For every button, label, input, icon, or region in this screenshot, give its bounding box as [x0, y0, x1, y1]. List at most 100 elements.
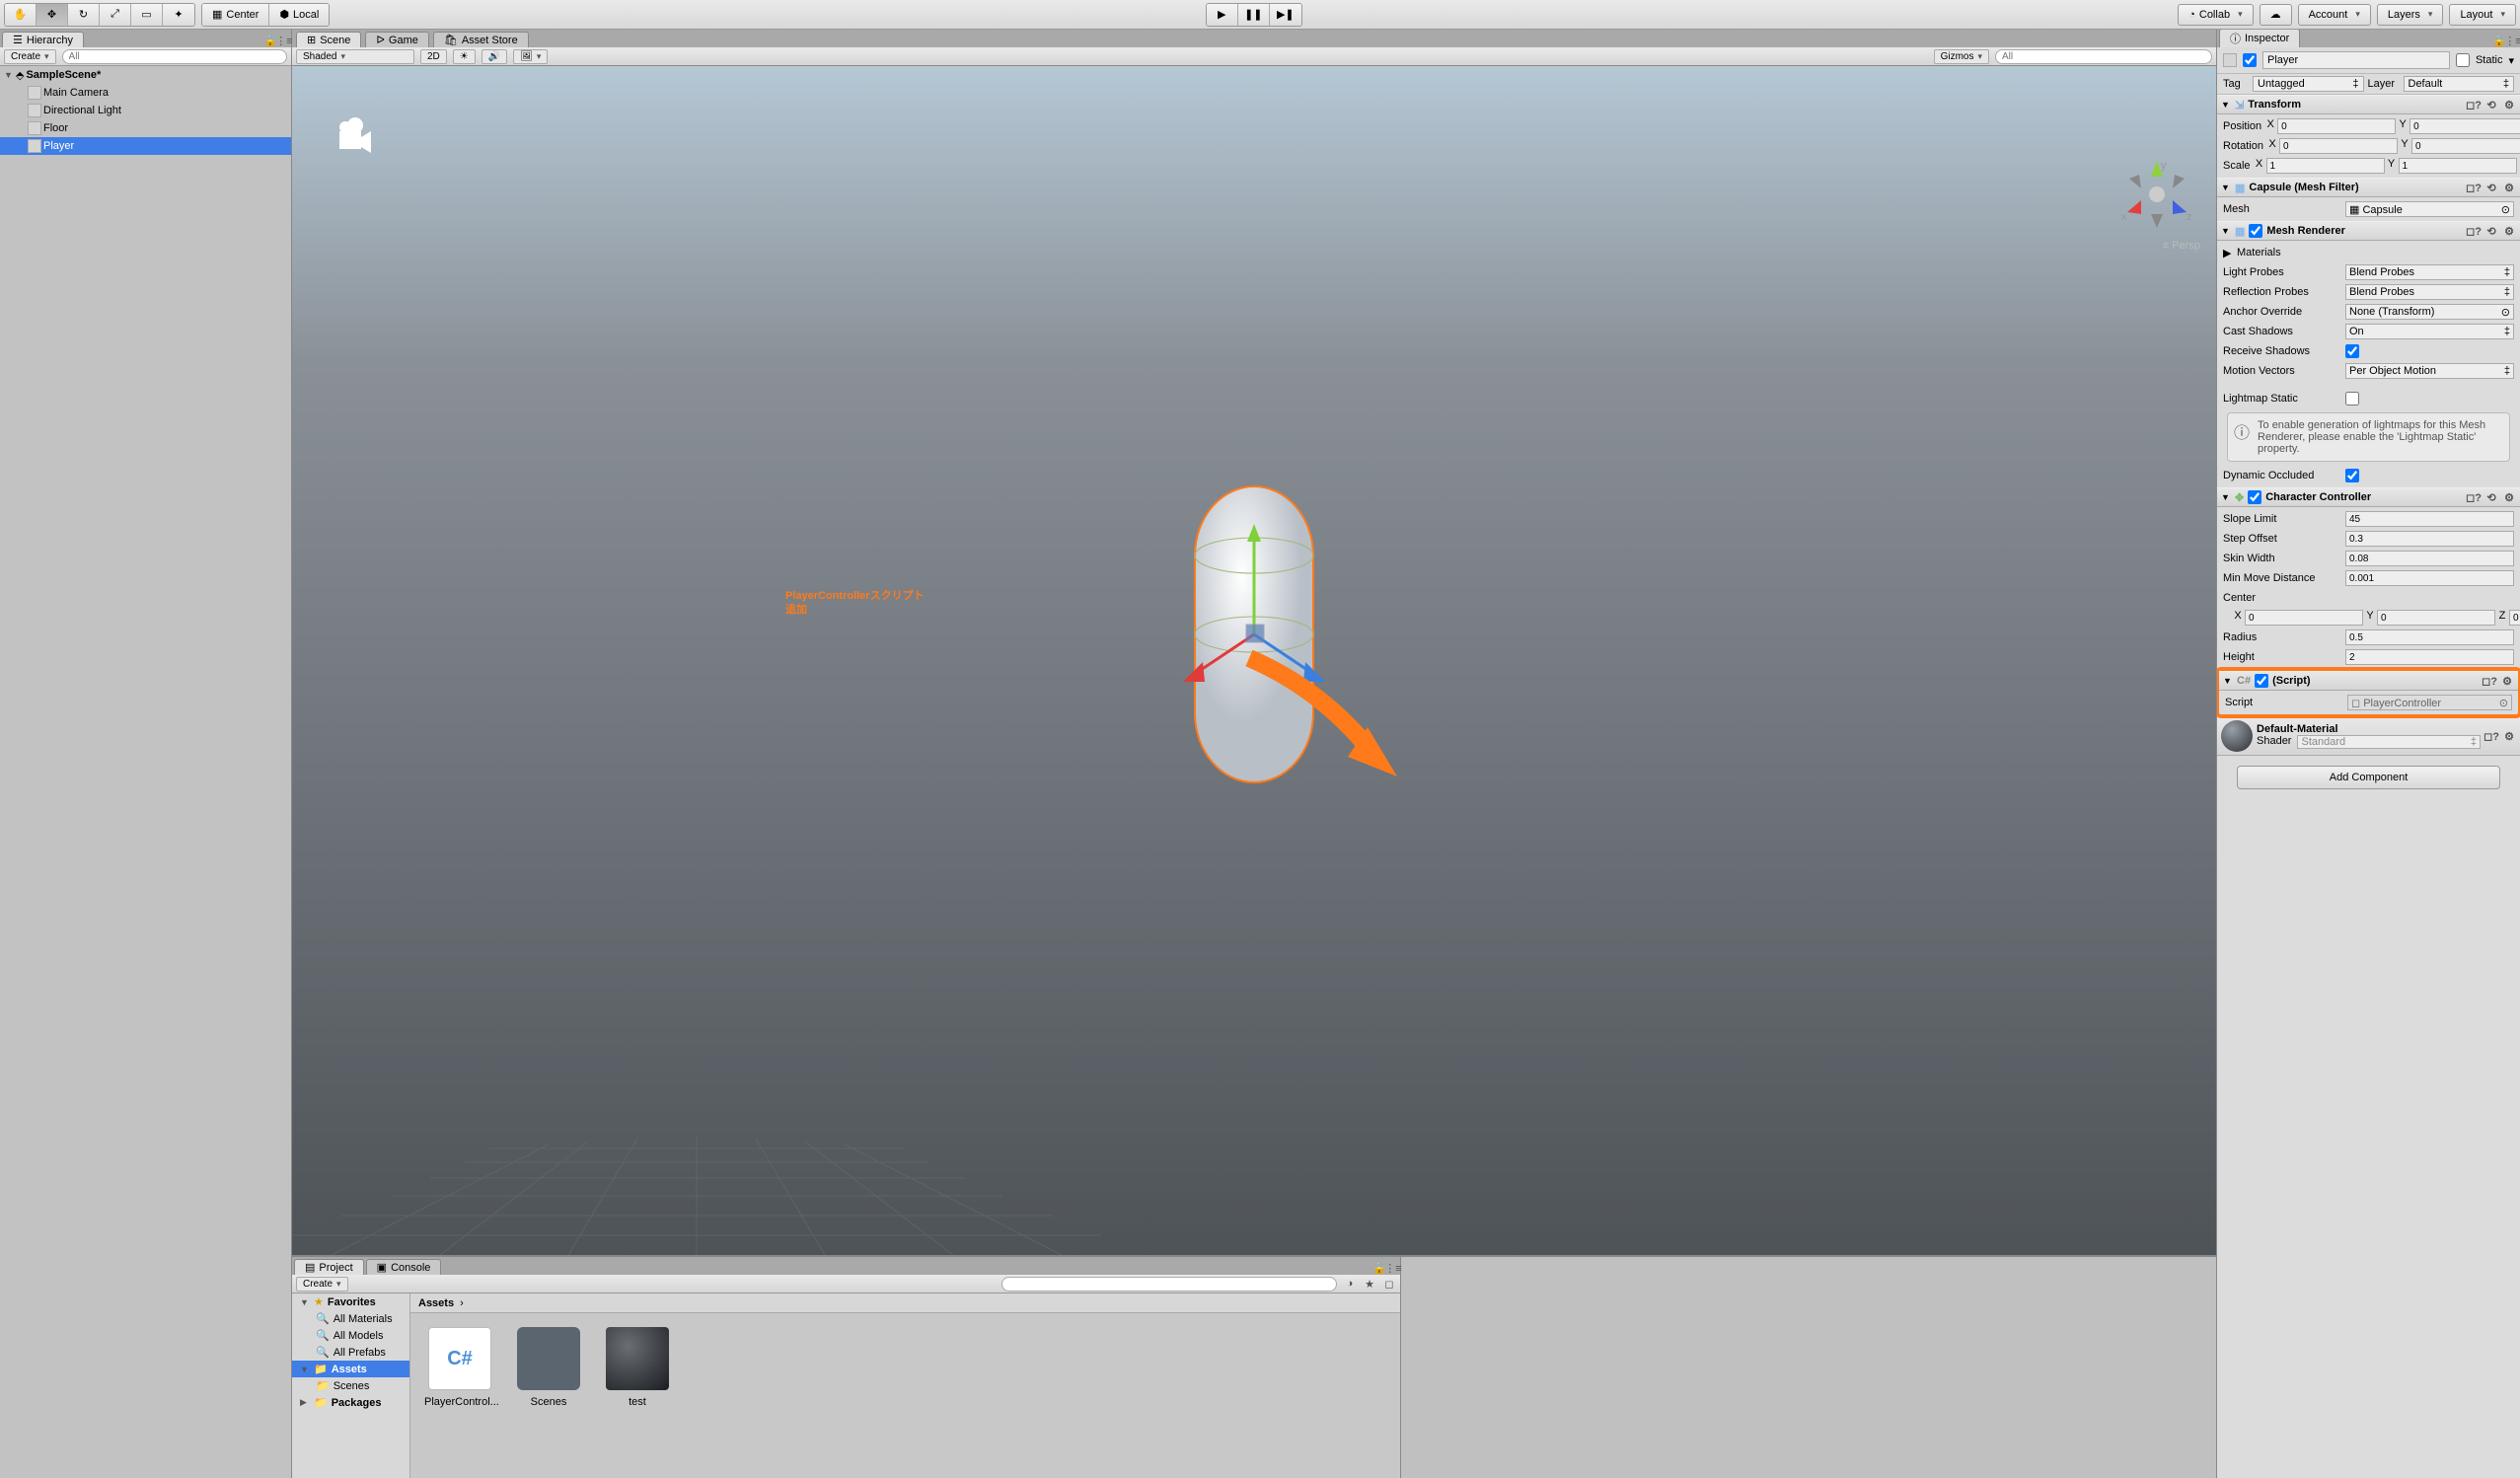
project-search-input[interactable]: [1001, 1277, 1337, 1292]
reset-icon[interactable]: ⟲: [2484, 98, 2498, 111]
hierarchy-create-dropdown[interactable]: Create: [4, 49, 56, 64]
charcontroller-header[interactable]: ▼✥Character Controller◻?⟲⚙: [2217, 487, 2520, 507]
refl-probes-dropdown[interactable]: Blend Probes‡: [2345, 284, 2514, 300]
radius[interactable]: [2345, 629, 2514, 645]
help-icon[interactable]: ◻?: [2484, 729, 2498, 743]
scene-row[interactable]: ▼ ⬘ SampleScene*: [0, 66, 291, 84]
audio-toggle[interactable]: 🔊: [482, 49, 507, 64]
asset-folder[interactable]: Scenes: [513, 1327, 584, 1408]
object-picker-icon[interactable]: ⊙: [2499, 697, 2508, 709]
reset-icon[interactable]: ⟲: [2484, 181, 2498, 194]
hierarchy-item[interactable]: Main Camera: [0, 84, 291, 102]
charctl-enable-checkbox[interactable]: [2248, 490, 2261, 504]
skin-width[interactable]: [2345, 551, 2514, 566]
help-icon[interactable]: ◻?: [2467, 181, 2481, 194]
scene-viewport[interactable]: y x z ≡ Persp PlayerControllerスクリプト 追加: [292, 66, 2216, 1255]
console-tab[interactable]: ▣Console: [366, 1259, 442, 1275]
mesh-field[interactable]: ▦ Capsule⊙: [2345, 201, 2514, 217]
hand-tool[interactable]: ✋: [5, 4, 37, 26]
lighting-toggle[interactable]: ☀: [453, 49, 476, 64]
local-space-button[interactable]: ⬢Local: [269, 4, 329, 26]
packages-folder[interactable]: ▶📁Packages: [292, 1394, 409, 1411]
hidden-icon[interactable]: ◻: [1382, 1277, 1396, 1291]
rotate-tool[interactable]: ↻: [68, 4, 100, 26]
material-header[interactable]: Default-Material ShaderStandard‡ ◻?⚙: [2217, 716, 2520, 756]
layout-dropdown[interactable]: Layout: [2449, 4, 2516, 26]
inspector-tab[interactable]: ⓘInspector: [2219, 30, 2300, 47]
project-create-dropdown[interactable]: Create: [296, 1277, 348, 1292]
min-move[interactable]: [2345, 570, 2514, 586]
gear-icon[interactable]: ⚙: [2502, 224, 2516, 238]
reset-icon[interactable]: ⟲: [2484, 224, 2498, 238]
rot-x[interactable]: [2279, 138, 2398, 154]
hierarchy-search-input[interactable]: [62, 49, 287, 64]
script-field[interactable]: ◻ PlayerController⊙: [2347, 695, 2512, 710]
center-z[interactable]: [2509, 610, 2520, 626]
pos-x[interactable]: [2277, 118, 2396, 134]
step-offset[interactable]: [2345, 531, 2514, 547]
folder-item[interactable]: 📁Scenes: [292, 1377, 409, 1394]
anchor-field[interactable]: None (Transform)⊙: [2345, 304, 2514, 320]
active-checkbox[interactable]: [2243, 53, 2257, 67]
assets-folder-selected[interactable]: ▼📁Assets: [292, 1361, 409, 1377]
help-icon[interactable]: ◻?: [2467, 490, 2481, 504]
meshfilter-header[interactable]: ▼▦Capsule (Mesh Filter)◻?⟲⚙: [2217, 178, 2520, 197]
gear-icon[interactable]: ⚙: [2502, 729, 2516, 743]
meshrenderer-header[interactable]: ▼▦Mesh Renderer◻?⟲⚙: [2217, 221, 2520, 241]
gear-icon[interactable]: ⚙: [2502, 98, 2516, 111]
transform-header[interactable]: ▼⇲Transform◻?⟲⚙: [2217, 95, 2520, 114]
object-picker-icon[interactable]: ⊙: [2501, 203, 2510, 216]
center-x[interactable]: [2245, 610, 2363, 626]
gear-icon[interactable]: ⚙: [2500, 674, 2514, 688]
account-dropdown[interactable]: Account: [2298, 4, 2371, 26]
layers-dropdown[interactable]: Layers: [2377, 4, 2444, 26]
collab-button[interactable]: ◔Collab: [2178, 4, 2253, 26]
rot-y[interactable]: [2411, 138, 2520, 154]
2d-toggle[interactable]: 2D: [420, 49, 447, 64]
dyn-occluded-checkbox[interactable]: [2345, 469, 2359, 482]
help-icon[interactable]: ◻?: [2467, 224, 2481, 238]
pause-button[interactable]: ❚❚: [1238, 4, 1270, 26]
fav-item[interactable]: 🔍All Prefabs: [292, 1344, 409, 1361]
center-pivot-button[interactable]: ▦Center: [202, 4, 269, 26]
gizmos-dropdown[interactable]: Gizmos: [1934, 49, 1989, 64]
renderer-enable-checkbox[interactable]: [2249, 224, 2262, 238]
pos-y[interactable]: [2409, 118, 2520, 134]
fav-item[interactable]: 🔍All Materials: [292, 1310, 409, 1327]
scale-y[interactable]: [2399, 158, 2517, 174]
scale-x[interactable]: [2266, 158, 2385, 174]
inspector-menu-icon[interactable]: ⋮≡: [2506, 34, 2520, 47]
hierarchy-item[interactable]: Directional Light: [0, 102, 291, 119]
play-button[interactable]: ▶: [1207, 4, 1238, 26]
scene-tab[interactable]: ⊞Scene: [296, 32, 361, 47]
script-enable-checkbox[interactable]: [2255, 674, 2268, 688]
slope-limit[interactable]: [2345, 511, 2514, 527]
favorites-header[interactable]: ▼★Favorites: [292, 1293, 409, 1310]
fold-icon[interactable]: ▼: [4, 70, 14, 80]
lightmap-static-checkbox[interactable]: [2345, 392, 2359, 406]
project-menu-icon[interactable]: ⋮≡: [1386, 1261, 1400, 1275]
fx-toggle[interactable]: 🖼: [513, 49, 548, 64]
recv-shadows-checkbox[interactable]: [2345, 344, 2359, 358]
cloud-button[interactable]: ☁: [2260, 4, 2292, 26]
height[interactable]: [2345, 649, 2514, 665]
step-button[interactable]: ▶❚: [1270, 4, 1301, 26]
static-checkbox[interactable]: [2456, 53, 2470, 67]
chevron-down-icon[interactable]: ▾: [2508, 54, 2514, 67]
reset-icon[interactable]: ⟲: [2484, 490, 2498, 504]
hierarchy-item[interactable]: Floor: [0, 119, 291, 137]
fav-item[interactable]: 🔍All Models: [292, 1327, 409, 1344]
combined-tool[interactable]: ✦: [163, 4, 194, 26]
hierarchy-item-selected[interactable]: Player: [0, 137, 291, 155]
help-icon[interactable]: ◻?: [2483, 674, 2496, 688]
hierarchy-tab[interactable]: ☰Hierarchy: [2, 32, 84, 47]
gameobject-name-input[interactable]: [2262, 51, 2450, 69]
gear-icon[interactable]: ⚙: [2502, 181, 2516, 194]
gear-icon[interactable]: ⚙: [2502, 490, 2516, 504]
script-header[interactable]: ▼C#(Script)◻?⚙: [2219, 671, 2518, 691]
project-tab[interactable]: ▤Project: [294, 1259, 364, 1275]
game-tab[interactable]: ᐅGame: [365, 32, 428, 47]
favorite-filter-icon[interactable]: ★: [1363, 1277, 1376, 1291]
center-y[interactable]: [2377, 610, 2495, 626]
asset-store-tab[interactable]: 🛍Asset Store: [433, 32, 529, 47]
